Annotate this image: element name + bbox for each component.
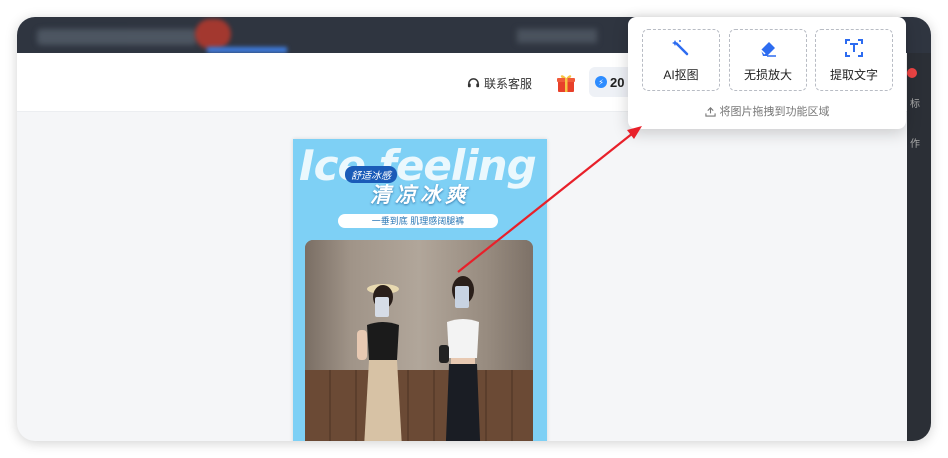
right-side-panel: 标 作: [907, 53, 931, 441]
blurred-text: [517, 29, 597, 43]
eraser-icon: [760, 41, 776, 57]
blurred-text: [37, 29, 197, 45]
drag-hint-text: 将图片拖拽到功能区域: [719, 106, 830, 118]
contact-label: 联系客服: [484, 77, 533, 91]
headset-icon: [467, 78, 480, 88]
tool-label: 提取文字: [829, 67, 878, 82]
poster-canvas[interactable]: Ice feeling 舒适冰感 清凉冰爽 一垂到底 肌理感阔腿裤: [293, 139, 547, 441]
extract-text-tool[interactable]: 提取文字: [815, 29, 893, 91]
lossless-upscale-tool[interactable]: 无损放大: [729, 29, 807, 91]
side-text: 作: [910, 139, 920, 150]
upload-icon: [704, 106, 716, 117]
notification-dot: [907, 68, 917, 78]
ai-cutout-tool[interactable]: AI抠图: [642, 29, 720, 91]
blurred-badge: [195, 19, 231, 49]
gift-icon[interactable]: [555, 72, 577, 94]
bolt-coin-icon: ⚡: [595, 76, 607, 88]
contact-support-button[interactable]: 联系客服: [467, 75, 532, 92]
credits-value: 20: [610, 74, 625, 90]
drag-hint: 将图片拖拽到功能区域: [628, 103, 906, 119]
model-figure-left: [357, 284, 402, 441]
photo-wood-panel: [305, 370, 533, 441]
poster-tagline: 一垂到底 肌理感阔腿裤: [338, 214, 498, 228]
poster-subtitle: 清凉冰爽: [370, 184, 470, 207]
model-photo: [305, 240, 533, 441]
model-figure-right: [439, 276, 481, 441]
tool-label: 无损放大: [743, 67, 792, 82]
photo-wall: [305, 240, 533, 370]
magic-wand-icon: [672, 39, 689, 55]
text-extract-icon: [845, 38, 863, 57]
tool-label: AI抠图: [663, 67, 699, 82]
tool-popup: AI抠图 无损放大 提取文字 将图片拖拽到功能区域: [628, 17, 906, 129]
side-text: 标: [910, 99, 920, 110]
